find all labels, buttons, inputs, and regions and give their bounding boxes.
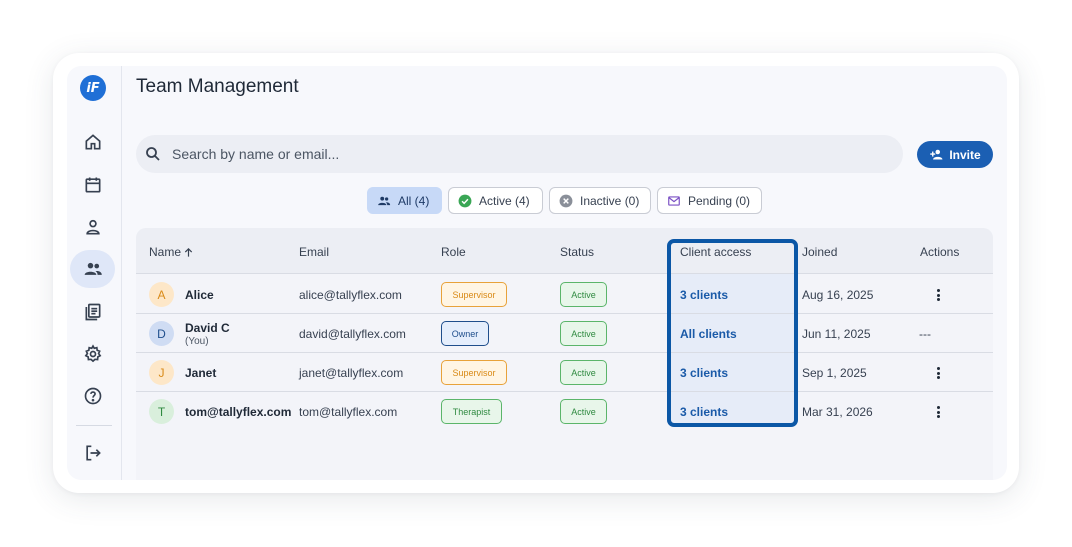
notes-icon [85, 303, 100, 321]
sidebar-item-calendar[interactable] [70, 166, 115, 204]
group-icon [84, 262, 102, 275]
app-logo[interactable]: iF [80, 75, 106, 101]
filter-chip-active[interactable]: Active (4) [448, 187, 543, 214]
member-name: Alice [185, 287, 214, 302]
filter-chip-label: Pending (0) [688, 193, 751, 208]
sidebar-item-person[interactable] [70, 208, 115, 246]
help-icon [84, 387, 101, 405]
status-badge: Active [560, 282, 607, 307]
member-name: tom@tallyflex.com [185, 404, 292, 419]
filter-chip-label: Inactive (0) [580, 193, 640, 208]
filter-chip-all[interactable]: All (4) [367, 187, 442, 214]
check-circle-icon [458, 194, 472, 207]
person-icon [85, 219, 100, 235]
filter-chip-inactive[interactable]: Inactive (0) [549, 187, 651, 214]
avatar: A [149, 282, 174, 307]
sidebar: iF [67, 66, 122, 480]
x-circle-icon [559, 194, 573, 207]
header-name[interactable]: Name [149, 245, 194, 259]
role-badge: Supervisor [441, 360, 507, 385]
gear-icon [84, 344, 101, 363]
member-email: david@tallyflex.com [299, 326, 406, 341]
sidebar-item-team[interactable] [70, 250, 115, 288]
avatar: T [149, 399, 174, 424]
search-bar[interactable] [136, 135, 903, 173]
header-joined: Joined [802, 245, 838, 259]
avatar: D [149, 321, 174, 346]
table-row[interactable]: A Alice alice@tallyflex.com Supervisor A… [136, 275, 993, 314]
table-header: Name Email Role Status Client access Joi… [136, 228, 993, 274]
header-role: Role [441, 245, 466, 259]
member-name: Janet [185, 365, 217, 380]
search-input[interactable] [172, 146, 772, 162]
sort-ascending-icon [184, 247, 193, 257]
home-icon [85, 134, 100, 150]
client-access-link[interactable]: 3 clients [680, 392, 728, 431]
joined-date: Mar 31, 2026 [802, 404, 873, 419]
group-icon [378, 196, 391, 205]
table-row[interactable]: J Janet janet@tallyflex.com Supervisor A… [136, 353, 993, 392]
more-actions-icon[interactable] [931, 365, 945, 381]
header-status: Status [560, 245, 595, 259]
client-access-link[interactable]: 3 clients [680, 353, 728, 392]
app-window: iF Team Management Search by name or ema… [67, 66, 1007, 480]
you-label: (You) [185, 336, 209, 347]
invite-label: Invite [949, 147, 981, 162]
sidebar-divider [76, 425, 112, 426]
more-actions-icon[interactable] [931, 287, 945, 303]
header-client-access: Client access [680, 245, 752, 259]
invite-button[interactable]: Invite [917, 141, 993, 168]
sidebar-item-home[interactable] [70, 123, 115, 161]
joined-date: Sep 1, 2025 [802, 365, 867, 380]
table-row[interactable]: D David C (You) david@tallyflex.com Owne… [136, 314, 993, 353]
filter-chip-pending[interactable]: Pending (0) [657, 187, 762, 214]
table-row[interactable]: T tom@tallyflex.com tom@tallyflex.com Th… [136, 392, 993, 431]
header-name-label: Name [149, 245, 182, 259]
mail-icon [668, 195, 680, 206]
sidebar-item-help[interactable] [70, 377, 115, 415]
no-actions-label: --- [919, 326, 931, 341]
member-email: alice@tallyflex.com [299, 287, 402, 302]
header-email: Email [299, 245, 330, 259]
team-table: Name Email Role Status Client access Joi… [136, 228, 993, 480]
member-email: janet@tallyflex.com [299, 365, 404, 380]
page-title: Team Management [136, 76, 299, 97]
add-person-icon [930, 149, 943, 160]
client-access-link[interactable]: 3 clients [680, 275, 728, 314]
status-badge: Active [560, 321, 607, 346]
logout-icon [85, 445, 101, 461]
role-badge: Owner [441, 321, 489, 346]
calendar-icon [85, 177, 100, 193]
role-badge: Supervisor [441, 282, 507, 307]
joined-date: Jun 11, 2025 [802, 326, 871, 341]
more-actions-icon[interactable] [931, 404, 945, 420]
status-badge: Active [560, 399, 607, 424]
header-actions: Actions [920, 245, 960, 259]
filter-chip-label: Active (4) [479, 193, 530, 208]
joined-date: Aug 16, 2025 [802, 287, 874, 302]
sidebar-item-settings[interactable] [70, 335, 115, 373]
filter-chip-label: All (4) [398, 193, 430, 208]
client-access-link[interactable]: All clients [680, 314, 737, 353]
avatar: J [149, 360, 174, 385]
search-icon [146, 147, 160, 161]
status-badge: Active [560, 360, 607, 385]
sidebar-item-logout[interactable] [70, 434, 115, 472]
member-email: tom@tallyflex.com [299, 404, 398, 419]
role-badge: Therapist [441, 399, 502, 424]
sidebar-item-notes[interactable] [70, 293, 115, 331]
